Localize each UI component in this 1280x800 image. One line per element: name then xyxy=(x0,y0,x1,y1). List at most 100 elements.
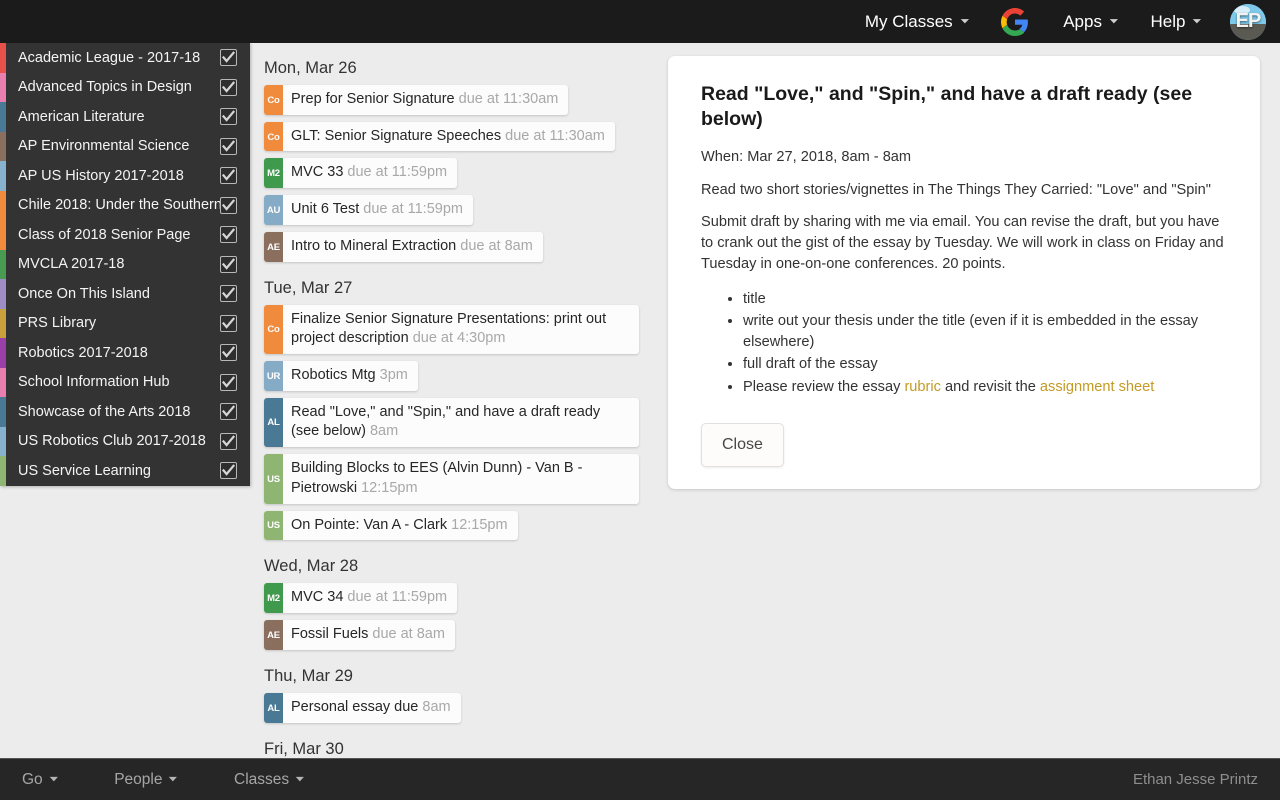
event-title: Personal essay due xyxy=(291,698,419,715)
class-visibility-checkbox[interactable] xyxy=(220,78,237,96)
class-color-stripe xyxy=(0,456,6,486)
bottom-item-people[interactable]: People ▾ xyxy=(114,771,178,789)
google-logo-icon[interactable] xyxy=(1001,7,1029,36)
agenda-event[interactable]: AL Personal essay due 8am xyxy=(264,692,461,723)
class-visibility-checkbox[interactable] xyxy=(220,314,237,332)
agenda-day-events: Co Prep for Senior Signature due at 11:30… xyxy=(264,85,650,269)
agenda-event[interactable]: Co Finalize Senior Signature Presentation… xyxy=(264,304,639,355)
event-text: GLT: Senior Signature Speeches due at 11… xyxy=(283,122,615,152)
top-navigation-bar: My Classes ▾ Apps ▾ Help ▾ EP xyxy=(0,0,1280,43)
class-visibility-checkbox[interactable] xyxy=(220,285,237,303)
class-visibility-checkbox[interactable] xyxy=(220,344,237,362)
event-text: Fossil Fuels due at 8am xyxy=(283,620,455,650)
class-visibility-checkbox[interactable] xyxy=(220,373,237,391)
class-visibility-checkbox[interactable] xyxy=(220,49,237,67)
agenda-list: Mon, Mar 26 Co Prep for Senior Signature d… xyxy=(250,43,650,758)
nav-item-apps[interactable]: Apps ▾ xyxy=(1063,12,1118,32)
class-color-stripe xyxy=(0,397,6,427)
agenda-day-header: Mon, Mar 26 xyxy=(264,59,357,77)
list-item: title xyxy=(743,289,1232,310)
class-list-item-label: PRS Library xyxy=(18,315,97,332)
class-list-item-label: AP Environmental Science xyxy=(18,138,190,155)
class-list-item[interactable]: MVCLA 2017-18 xyxy=(0,249,250,279)
class-list-sidebar: Academic League - 2017-18 Advanced Topics… xyxy=(0,43,250,486)
agenda-event[interactable]: Co GLT: Senior Signature Speeches due at … xyxy=(264,121,615,152)
agenda-day-events: AL Personal essay due 8am xyxy=(264,692,650,730)
agenda-event[interactable]: M2 MVC 33 due at 11:59pm xyxy=(264,158,458,189)
agenda-event[interactable]: US Building Blocks to EES (Alvin Dunn) - … xyxy=(264,454,639,504)
avatar[interactable]: EP xyxy=(1230,3,1266,40)
event-title: Intro to Mineral Extraction xyxy=(291,237,457,254)
check-icon xyxy=(222,376,235,388)
event-class-badge: UR xyxy=(264,361,283,391)
rubric-link[interactable]: rubric xyxy=(904,379,941,395)
class-list-item[interactable]: Chile 2018: Under the Southern xyxy=(0,190,250,220)
class-color-stripe xyxy=(0,131,6,161)
class-visibility-checkbox[interactable] xyxy=(220,137,237,155)
event-title: MVC 34 xyxy=(291,589,344,606)
class-list-item-label: Class of 2018 Senior Page xyxy=(18,226,191,243)
class-list-item[interactable]: Class of 2018 Senior Page xyxy=(0,220,250,250)
agenda-day-events: M2 MVC 34 due at 11:59pm AE Fossil Fuels du… xyxy=(264,583,650,656)
event-time: due at 11:59pm xyxy=(347,589,448,606)
close-button[interactable]: Close xyxy=(701,422,784,467)
bullet-prefix-text: Please review the essay xyxy=(743,378,905,395)
class-list-item[interactable]: Robotics 2017-2018 xyxy=(0,338,250,368)
class-color-stripe xyxy=(0,308,6,338)
chevron-down-icon: ▾ xyxy=(169,774,178,784)
agenda-event[interactable]: AE Intro to Mineral Extraction due at 8am xyxy=(264,231,543,262)
class-list-item[interactable]: Showcase of the Arts 2018 xyxy=(0,397,250,427)
class-visibility-checkbox[interactable] xyxy=(220,226,237,244)
current-user-name: Ethan Jesse Printz xyxy=(1132,771,1258,788)
event-title: On Pointe: Van A - Clark xyxy=(291,516,448,533)
class-list-item[interactable]: US Service Learning xyxy=(0,456,250,486)
event-time: due at 8am xyxy=(372,626,445,643)
event-title: Prep for Senior Signature xyxy=(291,91,455,107)
agenda-event[interactable]: US On Pointe: Van A - Clark 12:15pm xyxy=(264,510,518,541)
event-detail-paragraph-2: Submit draft by sharing with me via emai… xyxy=(701,214,1224,273)
list-item: write out your thesis under the title (e… xyxy=(743,311,1232,353)
bottom-item-go[interactable]: Go ▾ xyxy=(22,771,57,789)
assignment-sheet-link[interactable]: assignment sheet xyxy=(1040,379,1154,395)
class-list-item[interactable]: Once On This Island xyxy=(0,279,250,309)
agenda-event[interactable]: Co Prep for Senior Signature due at 11:30… xyxy=(264,85,569,115)
event-detail-requirements-list: title write out your thesis under the ti… xyxy=(701,289,1232,398)
class-visibility-checkbox[interactable] xyxy=(220,255,237,273)
check-icon xyxy=(222,228,235,240)
event-time: 8am xyxy=(422,698,451,715)
agenda-event[interactable]: AL Read "Love," and "Spin," and have a dr… xyxy=(264,397,639,448)
class-list-item[interactable]: US Robotics Club 2017-2018 xyxy=(0,426,250,456)
class-color-stripe xyxy=(0,426,6,456)
event-class-badge: AU xyxy=(264,195,283,225)
avatar-initials: EP xyxy=(1235,10,1262,32)
agenda-event[interactable]: M2 MVC 34 due at 11:59pm xyxy=(264,583,458,614)
class-list-item[interactable]: PRS Library xyxy=(0,308,250,338)
nav-item-help[interactable]: Help ▾ xyxy=(1151,12,1202,32)
check-icon xyxy=(222,140,235,152)
class-list-item[interactable]: American Literature xyxy=(0,102,250,132)
class-visibility-checkbox[interactable] xyxy=(220,462,237,480)
bottom-item-classes[interactable]: Classes ▾ xyxy=(234,771,304,789)
class-visibility-checkbox[interactable] xyxy=(220,167,237,185)
event-text: Personal essay due 8am xyxy=(283,693,461,723)
class-visibility-checkbox[interactable] xyxy=(220,432,237,450)
class-list-item[interactable]: Advanced Topics in Design xyxy=(0,72,250,102)
event-text: Building Blocks to EES (Alvin Dunn) - Va… xyxy=(283,454,639,503)
class-visibility-checkbox[interactable] xyxy=(220,108,237,126)
bullet-middle-text: and revisit the xyxy=(940,378,1040,395)
class-color-stripe xyxy=(0,279,6,309)
event-time: 8am xyxy=(369,423,399,440)
event-text: Robotics Mtg 3pm xyxy=(283,361,418,391)
nav-item-my-classes[interactable]: My Classes ▾ xyxy=(865,12,969,32)
event-time: 3pm xyxy=(379,367,408,384)
class-list-item[interactable]: AP Environmental Science xyxy=(0,131,250,161)
agenda-event[interactable]: UR Robotics Mtg 3pm xyxy=(264,361,418,391)
agenda-event[interactable]: AU Unit 6 Test due at 11:59pm xyxy=(264,195,473,225)
class-list-item[interactable]: School Information Hub xyxy=(0,367,250,397)
event-time: due at 11:59pm xyxy=(347,164,448,181)
class-list-item[interactable]: AP US History 2017-2018 xyxy=(0,161,250,191)
agenda-event[interactable]: AE Fossil Fuels due at 8am xyxy=(264,620,455,650)
class-visibility-checkbox[interactable] xyxy=(220,403,237,421)
class-visibility-checkbox[interactable] xyxy=(220,196,237,214)
class-list-item[interactable]: Academic League - 2017-18 xyxy=(0,43,250,73)
